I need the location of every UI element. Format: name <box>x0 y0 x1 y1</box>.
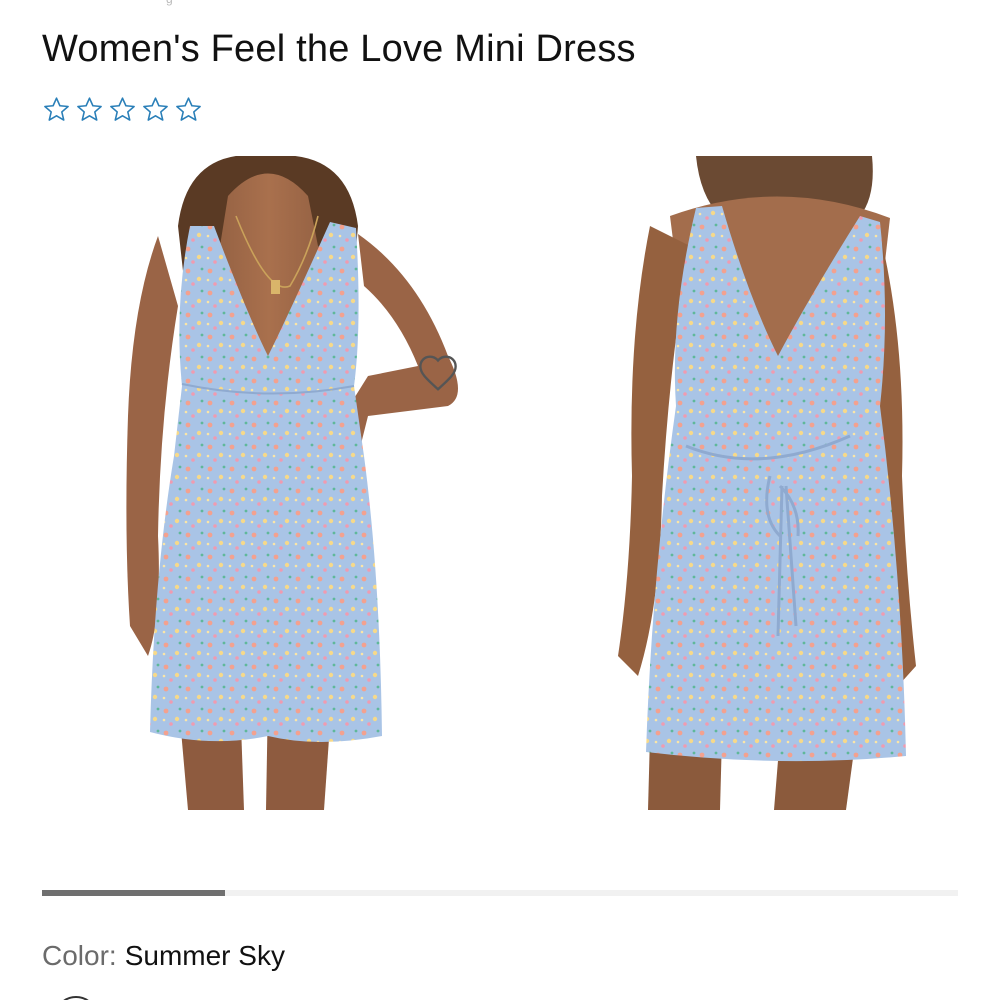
star-rating[interactable] <box>42 95 203 124</box>
star-icon[interactable] <box>108 95 137 124</box>
star-icon[interactable] <box>141 95 170 124</box>
heart-outline-icon[interactable] <box>416 352 460 392</box>
gallery-progress-bar[interactable] <box>42 890 958 896</box>
star-icon[interactable] <box>75 95 104 124</box>
star-icon[interactable] <box>174 95 203 124</box>
product-image-back[interactable] <box>610 156 922 810</box>
product-image-front[interactable] <box>118 156 502 810</box>
breadcrumb-tail: g <box>166 0 173 6</box>
color-label: Color: <box>42 940 117 971</box>
image-gallery[interactable] <box>0 156 1000 810</box>
front-view-illustration <box>126 156 458 810</box>
back-view-illustration <box>618 156 916 810</box>
gallery-progress-fill <box>42 890 226 896</box>
color-value: Summer Sky <box>124 940 285 971</box>
star-icon[interactable] <box>42 95 71 124</box>
product-page: g Women's Feel the Love Mini Dress <box>0 0 1000 1000</box>
color-selector: Color: Summer Sky <box>42 940 285 972</box>
product-title: Women's Feel the Love Mini Dress <box>42 28 636 70</box>
color-swatch[interactable] <box>54 996 98 1000</box>
breadcrumb-fragment: g <box>42 0 182 6</box>
